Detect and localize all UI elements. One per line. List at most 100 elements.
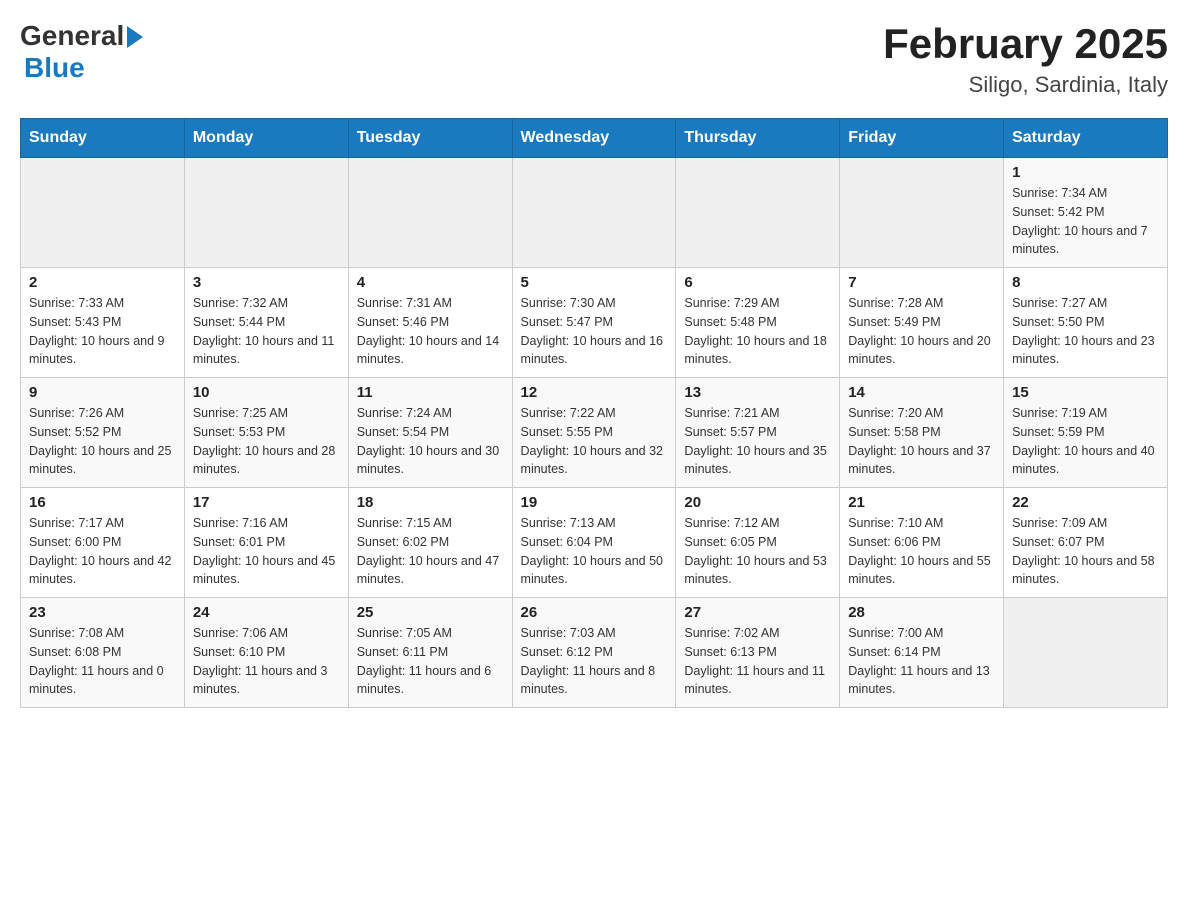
logo-triangle-icon xyxy=(127,26,143,48)
week-row-1: 1 Sunrise: 7:34 AMSunset: 5:42 PMDaylight… xyxy=(21,158,1168,268)
day-info: Sunrise: 7:28 AMSunset: 5:49 PMDaylight:… xyxy=(848,294,995,369)
day-number: 12 xyxy=(521,384,668,401)
month-year-title: February 2025 xyxy=(883,20,1168,68)
calendar-cell: 15 Sunrise: 7:19 AMSunset: 5:59 PMDayligh… xyxy=(1004,378,1168,488)
day-number: 26 xyxy=(521,604,668,621)
day-info: Sunrise: 7:27 AMSunset: 5:50 PMDaylight:… xyxy=(1012,294,1159,369)
day-number: 15 xyxy=(1012,384,1159,401)
day-number: 18 xyxy=(357,494,504,511)
day-info: Sunrise: 7:10 AMSunset: 6:06 PMDaylight:… xyxy=(848,514,995,589)
day-number: 20 xyxy=(684,494,831,511)
page-header: General Blue February 2025 Siligo, Sardi… xyxy=(20,20,1168,98)
week-row-4: 16Sunrise: 7:17 AMSunset: 6:00 PMDayligh… xyxy=(21,488,1168,598)
day-info: Sunrise: 7:26 AMSunset: 5:52 PMDaylight:… xyxy=(29,404,176,479)
day-info: Sunrise: 7:30 AMSunset: 5:47 PMDaylight:… xyxy=(521,294,668,369)
day-number: 6 xyxy=(684,274,831,291)
title-section: February 2025 Siligo, Sardinia, Italy xyxy=(883,20,1168,98)
calendar-cell: 8 Sunrise: 7:27 AMSunset: 5:50 PMDaylight… xyxy=(1004,268,1168,378)
calendar-cell: 14 Sunrise: 7:20 AMSunset: 5:58 PMDayligh… xyxy=(840,378,1004,488)
calendar-cell: 24Sunrise: 7:06 AMSunset: 6:10 PMDayligh… xyxy=(184,598,348,708)
day-info: Sunrise: 7:19 AMSunset: 5:59 PMDaylight:… xyxy=(1012,404,1159,479)
day-info: Sunrise: 7:20 AMSunset: 5:58 PMDaylight:… xyxy=(848,404,995,479)
day-info: Sunrise: 7:34 AMSunset: 5:42 PMDaylight:… xyxy=(1012,184,1159,259)
day-info: Sunrise: 7:32 AMSunset: 5:44 PMDaylight:… xyxy=(193,294,340,369)
calendar-cell: 25Sunrise: 7:05 AMSunset: 6:11 PMDayligh… xyxy=(348,598,512,708)
calendar-cell: 17Sunrise: 7:16 AMSunset: 6:01 PMDayligh… xyxy=(184,488,348,598)
day-info: Sunrise: 7:12 AMSunset: 6:05 PMDaylight:… xyxy=(684,514,831,589)
day-of-week-sunday: Sunday xyxy=(21,119,185,158)
calendar-header: SundayMondayTuesdayWednesdayThursdayFrid… xyxy=(21,119,1168,158)
day-number: 14 xyxy=(848,384,995,401)
calendar-cell xyxy=(512,158,676,268)
day-number: 28 xyxy=(848,604,995,621)
day-number: 3 xyxy=(193,274,340,291)
logo-blue: Blue xyxy=(24,52,85,83)
calendar-cell: 19Sunrise: 7:13 AMSunset: 6:04 PMDayligh… xyxy=(512,488,676,598)
days-of-week-row: SundayMondayTuesdayWednesdayThursdayFrid… xyxy=(21,119,1168,158)
day-number: 10 xyxy=(193,384,340,401)
day-number: 23 xyxy=(29,604,176,621)
location-subtitle: Siligo, Sardinia, Italy xyxy=(883,72,1168,98)
calendar-cell: 3 Sunrise: 7:32 AMSunset: 5:44 PMDaylight… xyxy=(184,268,348,378)
calendar-cell: 22 Sunrise: 7:09 AMSunset: 6:07 PMDayligh… xyxy=(1004,488,1168,598)
day-info: Sunrise: 7:21 AMSunset: 5:57 PMDaylight:… xyxy=(684,404,831,479)
day-number: 17 xyxy=(193,494,340,511)
day-of-week-thursday: Thursday xyxy=(676,119,840,158)
day-info: Sunrise: 7:33 AMSunset: 5:43 PMDaylight:… xyxy=(29,294,176,369)
calendar-cell: 20 Sunrise: 7:12 AMSunset: 6:05 PMDayligh… xyxy=(676,488,840,598)
day-of-week-monday: Monday xyxy=(184,119,348,158)
calendar-cell xyxy=(21,158,185,268)
day-info: Sunrise: 7:03 AMSunset: 6:12 PMDaylight:… xyxy=(521,624,668,699)
calendar-cell: 7 Sunrise: 7:28 AMSunset: 5:49 PMDaylight… xyxy=(840,268,1004,378)
calendar-cell xyxy=(676,158,840,268)
day-number: 25 xyxy=(357,604,504,621)
calendar-body: 1 Sunrise: 7:34 AMSunset: 5:42 PMDaylight… xyxy=(21,158,1168,708)
calendar-cell: 26 Sunrise: 7:03 AMSunset: 6:12 PMDayligh… xyxy=(512,598,676,708)
day-info: Sunrise: 7:06 AMSunset: 6:10 PMDaylight:… xyxy=(193,624,340,699)
calendar-cell: 16Sunrise: 7:17 AMSunset: 6:00 PMDayligh… xyxy=(21,488,185,598)
day-info: Sunrise: 7:17 AMSunset: 6:00 PMDaylight:… xyxy=(29,514,176,589)
day-number: 27 xyxy=(684,604,831,621)
day-number: 8 xyxy=(1012,274,1159,291)
day-info: Sunrise: 7:25 AMSunset: 5:53 PMDaylight:… xyxy=(193,404,340,479)
day-number: 9 xyxy=(29,384,176,401)
logo-general: General xyxy=(20,20,124,52)
day-number: 22 xyxy=(1012,494,1159,511)
calendar-cell: 4 Sunrise: 7:31 AMSunset: 5:46 PMDaylight… xyxy=(348,268,512,378)
calendar-cell: 28 Sunrise: 7:00 AMSunset: 6:14 PMDayligh… xyxy=(840,598,1004,708)
day-info: Sunrise: 7:00 AMSunset: 6:14 PMDaylight:… xyxy=(848,624,995,699)
calendar-cell xyxy=(348,158,512,268)
day-of-week-tuesday: Tuesday xyxy=(348,119,512,158)
day-number: 7 xyxy=(848,274,995,291)
day-number: 2 xyxy=(29,274,176,291)
logo: General Blue xyxy=(20,20,143,84)
day-info: Sunrise: 7:31 AMSunset: 5:46 PMDaylight:… xyxy=(357,294,504,369)
calendar-cell: 9 Sunrise: 7:26 AMSunset: 5:52 PMDaylight… xyxy=(21,378,185,488)
day-number: 1 xyxy=(1012,164,1159,181)
day-info: Sunrise: 7:08 AMSunset: 6:08 PMDaylight:… xyxy=(29,624,176,699)
day-info: Sunrise: 7:15 AMSunset: 6:02 PMDaylight:… xyxy=(357,514,504,589)
day-number: 4 xyxy=(357,274,504,291)
calendar-cell: 13 Sunrise: 7:21 AMSunset: 5:57 PMDayligh… xyxy=(676,378,840,488)
calendar-cell: 10 Sunrise: 7:25 AMSunset: 5:53 PMDayligh… xyxy=(184,378,348,488)
calendar-cell: 1 Sunrise: 7:34 AMSunset: 5:42 PMDaylight… xyxy=(1004,158,1168,268)
calendar-cell xyxy=(184,158,348,268)
calendar-cell: 2 Sunrise: 7:33 AMSunset: 5:43 PMDaylight… xyxy=(21,268,185,378)
week-row-3: 9 Sunrise: 7:26 AMSunset: 5:52 PMDaylight… xyxy=(21,378,1168,488)
day-info: Sunrise: 7:02 AMSunset: 6:13 PMDaylight:… xyxy=(684,624,831,699)
day-info: Sunrise: 7:09 AMSunset: 6:07 PMDaylight:… xyxy=(1012,514,1159,589)
calendar-cell: 5 Sunrise: 7:30 AMSunset: 5:47 PMDaylight… xyxy=(512,268,676,378)
day-of-week-saturday: Saturday xyxy=(1004,119,1168,158)
calendar-table: SundayMondayTuesdayWednesdayThursdayFrid… xyxy=(20,118,1168,708)
week-row-2: 2 Sunrise: 7:33 AMSunset: 5:43 PMDaylight… xyxy=(21,268,1168,378)
calendar-cell: 23 Sunrise: 7:08 AMSunset: 6:08 PMDayligh… xyxy=(21,598,185,708)
day-info: Sunrise: 7:29 AMSunset: 5:48 PMDaylight:… xyxy=(684,294,831,369)
calendar-cell: 6 Sunrise: 7:29 AMSunset: 5:48 PMDaylight… xyxy=(676,268,840,378)
calendar-cell: 18 Sunrise: 7:15 AMSunset: 6:02 PMDayligh… xyxy=(348,488,512,598)
day-info: Sunrise: 7:24 AMSunset: 5:54 PMDaylight:… xyxy=(357,404,504,479)
calendar-cell xyxy=(840,158,1004,268)
day-number: 13 xyxy=(684,384,831,401)
day-number: 5 xyxy=(521,274,668,291)
day-number: 21 xyxy=(848,494,995,511)
calendar-cell: 11Sunrise: 7:24 AMSunset: 5:54 PMDayligh… xyxy=(348,378,512,488)
